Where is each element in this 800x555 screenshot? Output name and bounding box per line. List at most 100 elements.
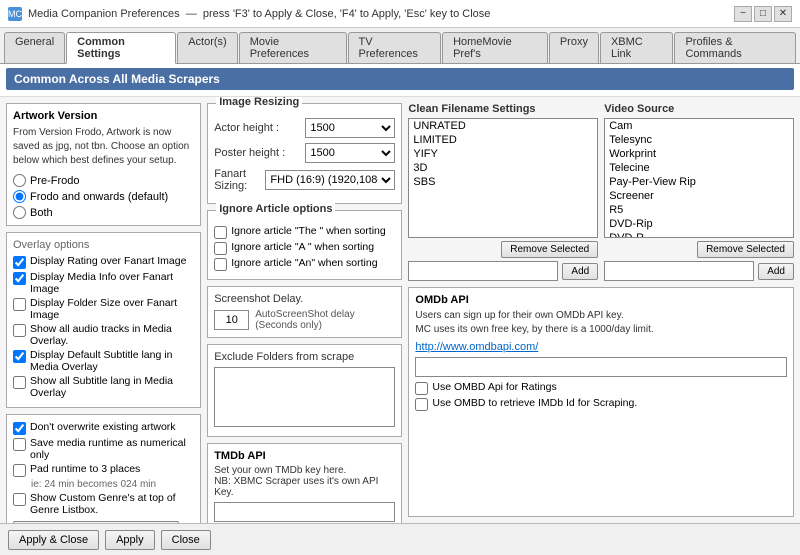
- bottom-bar: Apply & Close Apply Close: [0, 523, 800, 555]
- overlay-audiotracks[interactable]: Show all audio tracks in Media Overlay.: [13, 323, 194, 347]
- fanart-sizing-row: Fanart Sizing: FHD (16:9) (1920,1080) HD…: [214, 168, 395, 192]
- overlay-subtitle-default[interactable]: Display Default Subtitle lang in Media O…: [13, 349, 194, 373]
- actor-height-select[interactable]: 15001000500: [305, 118, 395, 138]
- omdb-link[interactable]: http://www.omdbapi.com/: [415, 341, 538, 353]
- clean-add-button[interactable]: Add: [562, 263, 598, 280]
- apply-button[interactable]: Apply: [105, 530, 155, 550]
- list-item[interactable]: LIMITED: [409, 133, 597, 147]
- ignore-article-title: Ignore Article options: [216, 203, 335, 215]
- list-item[interactable]: SBS: [409, 175, 597, 189]
- tmdb-box: TMDb API Set your own TMDb key here.NB: …: [207, 443, 402, 523]
- artwork-version-note: From Version Frodo, Artwork is now saved…: [13, 126, 194, 168]
- actor-height-label: Actor height :: [214, 122, 301, 134]
- screenshot-row: AutoScreenShot delay (Seconds only): [214, 309, 395, 331]
- clean-filename-title: Clean Filename Settings: [408, 103, 598, 115]
- overlay-mediainfo[interactable]: Display Media Info over Fanart Image: [13, 271, 194, 295]
- tab-common[interactable]: Common Settings: [66, 32, 176, 64]
- exclude-folders-box: Exclude Folders from scrape: [207, 344, 402, 437]
- panel: Artwork Version From Version Frodo, Artw…: [0, 97, 800, 523]
- list-item[interactable]: Telecine: [605, 161, 793, 175]
- tab-actor[interactable]: Actor(s): [177, 32, 238, 63]
- section-heading: Common Across All Media Scrapers: [6, 68, 794, 90]
- tmdb-api-input[interactable]: [214, 502, 395, 522]
- right-column: Clean Filename Settings UNRATED LIMITED …: [408, 103, 794, 517]
- main-content: Common Across All Media Scrapers Artwork…: [0, 64, 800, 523]
- video-add-button[interactable]: Add: [758, 263, 794, 280]
- omdb-use-imdb[interactable]: Use OMBD to retrieve IMDb Id for Scrapin…: [415, 397, 787, 411]
- ignore-a[interactable]: Ignore article "A " when sorting: [214, 241, 395, 255]
- omdb-note: Users can sign up for their own OMDb API…: [415, 309, 787, 337]
- radio-pre-frodo[interactable]: Pre-Frodo: [13, 174, 194, 187]
- ignore-article-box: Ignore Article options Ignore article "T…: [207, 210, 402, 280]
- video-source-add-row: Add: [604, 261, 794, 281]
- tmdb-note: Set your own TMDb key here.NB: XBMC Scra…: [214, 465, 395, 498]
- create-genre-button[interactable]: Create/Edit custom Genre file: [13, 521, 179, 523]
- omdb-api-input[interactable]: [415, 357, 787, 377]
- left-column: Artwork Version From Version Frodo, Artw…: [6, 103, 201, 517]
- fanart-sizing-label: Fanart Sizing:: [214, 168, 261, 192]
- video-source-add-input[interactable]: [604, 261, 754, 281]
- tab-profiles[interactable]: Profiles & Commands: [674, 32, 796, 63]
- tab-xbmc[interactable]: XBMC Link: [600, 32, 674, 63]
- actor-height-row: Actor height : 15001000500: [214, 118, 395, 138]
- omdb-use-ratings[interactable]: Use OMBD Api for Ratings: [415, 381, 787, 395]
- overlay-subtitle-all[interactable]: Show all Subtitle lang in Media Overlay: [13, 375, 194, 399]
- list-item[interactable]: Screener: [605, 189, 793, 203]
- image-resize-title: Image Resizing: [216, 97, 302, 108]
- overlay-options-box: Overlay options Display Rating over Fana…: [6, 232, 201, 408]
- fanart-sizing-select[interactable]: FHD (16:9) (1920,1080) HD (16:9) (1280,7…: [265, 170, 395, 190]
- misc-runtime-numerical[interactable]: Save media runtime as numerical only: [13, 437, 194, 461]
- omdb-title: OMDb API: [415, 294, 787, 306]
- omdb-box: OMDb API Users can sign up for their own…: [408, 287, 794, 517]
- close-btn[interactable]: Close: [161, 530, 211, 550]
- ignore-an[interactable]: Ignore article "An" when sorting: [214, 257, 395, 271]
- list-item[interactable]: R5: [605, 203, 793, 217]
- clean-filename-add-row: Add: [408, 261, 598, 281]
- title-bar: MC Media Companion Preferences — press '…: [0, 0, 800, 28]
- list-item[interactable]: YIFY: [409, 147, 597, 161]
- image-resize-box: Image Resizing Actor height : 1500100050…: [207, 103, 402, 204]
- clean-filename-listbox[interactable]: UNRATED LIMITED YIFY 3D SBS: [408, 118, 598, 238]
- list-item[interactable]: DVD-R: [605, 231, 793, 238]
- app-icon: MC: [8, 7, 22, 21]
- list-item[interactable]: UNRATED: [409, 119, 597, 133]
- list-item[interactable]: Workprint: [605, 147, 793, 161]
- screenshot-note: AutoScreenShot delay (Seconds only): [255, 309, 395, 331]
- screenshot-value-input[interactable]: [214, 310, 249, 330]
- tab-proxy[interactable]: Proxy: [549, 32, 599, 63]
- list-item[interactable]: DVD-Rip: [605, 217, 793, 231]
- tmdb-title: TMDb API: [214, 450, 395, 462]
- overlay-rating[interactable]: Display Rating over Fanart Image: [13, 255, 194, 269]
- clean-filename-panel: Clean Filename Settings UNRATED LIMITED …: [408, 103, 598, 281]
- misc-pad-runtime[interactable]: Pad runtime to 3 places: [13, 463, 194, 477]
- title-text: Media Companion Preferences — press 'F3'…: [28, 8, 490, 20]
- ignore-the[interactable]: Ignore article "The " when sorting: [214, 225, 395, 239]
- list-item[interactable]: Telesync: [605, 133, 793, 147]
- tab-tv[interactable]: TV Preferences: [348, 32, 442, 63]
- artwork-version-box: Artwork Version From Version Frodo, Artw…: [6, 103, 201, 226]
- minimize-button[interactable]: −: [734, 6, 752, 22]
- tab-homemovie[interactable]: HomeMovie Pref's: [442, 32, 548, 63]
- video-remove-button[interactable]: Remove Selected: [697, 241, 794, 258]
- tab-general[interactable]: General: [4, 32, 65, 63]
- misc-custom-genre[interactable]: Show Custom Genre's at top of Genre List…: [13, 492, 194, 516]
- misc-options-box: Don't overwrite existing artwork Save me…: [6, 414, 201, 523]
- exclude-folders-textarea[interactable]: [214, 367, 395, 427]
- misc-pad-note: ie: 24 min becomes 024 min: [13, 479, 194, 490]
- close-button[interactable]: ✕: [774, 6, 792, 22]
- tab-movie[interactable]: Movie Preferences: [239, 32, 347, 63]
- radio-frodo-default[interactable]: Frodo and onwards (default): [13, 190, 194, 203]
- poster-height-select[interactable]: 15001000500: [305, 143, 395, 163]
- overlay-foldersize[interactable]: Display Folder Size over Fanart Image: [13, 297, 194, 321]
- list-item[interactable]: Cam: [605, 119, 793, 133]
- clean-filename-add-input[interactable]: [408, 261, 558, 281]
- video-source-title: Video Source: [604, 103, 794, 115]
- radio-both[interactable]: Both: [13, 206, 194, 219]
- clean-remove-button[interactable]: Remove Selected: [501, 241, 598, 258]
- list-item[interactable]: Pay-Per-View Rip: [605, 175, 793, 189]
- list-item[interactable]: 3D: [409, 161, 597, 175]
- maximize-button[interactable]: □: [754, 6, 772, 22]
- misc-no-overwrite[interactable]: Don't overwrite existing artwork: [13, 421, 194, 435]
- apply-close-button[interactable]: Apply & Close: [8, 530, 99, 550]
- video-source-listbox[interactable]: Cam Telesync Workprint Telecine Pay-Per-…: [604, 118, 794, 238]
